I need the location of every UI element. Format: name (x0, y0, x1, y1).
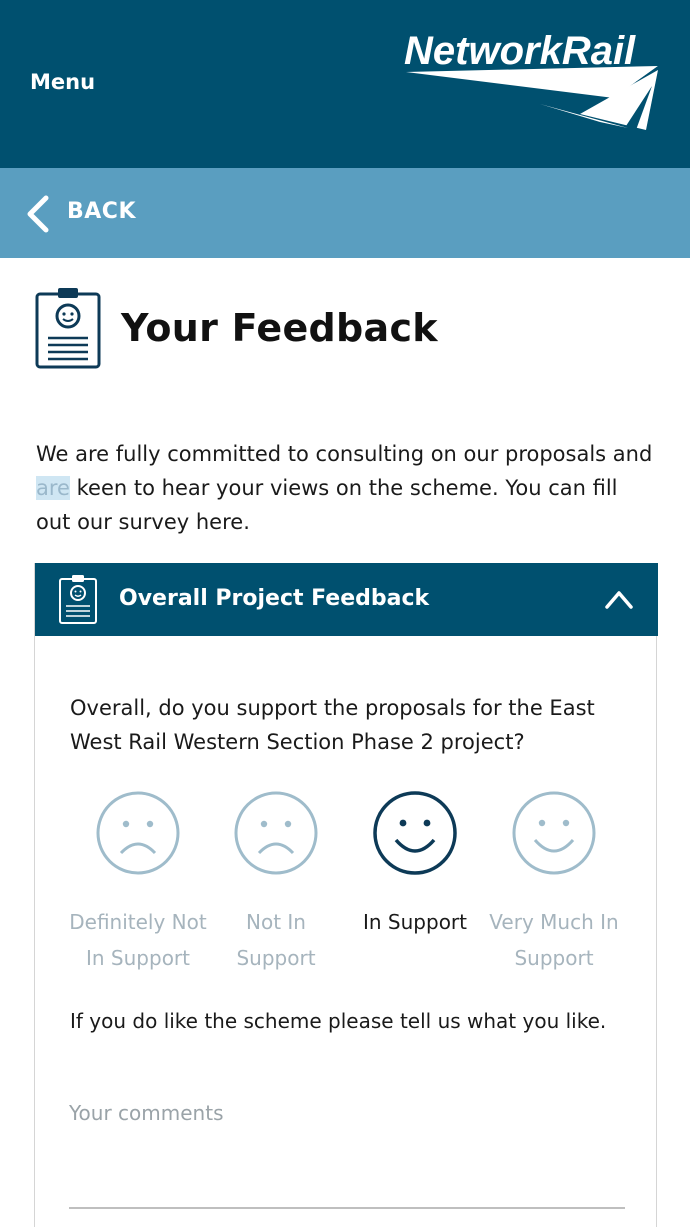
page-title: Your Feedback (121, 306, 438, 350)
comments-prompt: If you do like the scheme please tell us… (70, 1009, 607, 1033)
happy-face-icon (512, 791, 596, 875)
option-label: Definitely Not In Support (69, 910, 207, 970)
intro-text-highlight: are (36, 476, 70, 500)
panel-title: Overall Project Feedback (119, 586, 430, 611)
app-header: Menu NetworkRail (0, 0, 690, 168)
support-question: Overall, do you support the proposals fo… (70, 696, 595, 754)
option-very-much-in-support[interactable]: Very Much In Support (484, 790, 624, 970)
intro-text-part1: We are fully committed to consulting on … (36, 442, 653, 466)
option-definitely-not-in-support[interactable]: Definitely Not In Support (68, 790, 208, 970)
back-button[interactable]: BACK (0, 168, 690, 258)
back-label: BACK (67, 199, 136, 224)
option-label: Not In Support (236, 910, 316, 970)
happy-face-icon (373, 791, 457, 875)
chevron-up-icon (605, 591, 633, 609)
feedback-panel: Overall Project Feedback Overall, do you… (34, 563, 658, 1227)
option-label: In Support (363, 910, 467, 934)
intro-text: We are fully committed to consulting on … (36, 437, 656, 539)
sad-face-icon (96, 791, 180, 875)
comments-field[interactable] (69, 1097, 625, 1209)
intro-text-part2: keen to hear your views on the scheme. Y… (36, 476, 618, 534)
option-not-in-support[interactable]: Not In Support (206, 790, 346, 970)
option-label: Very Much In Support (489, 910, 619, 970)
feedback-clipboard-icon (59, 575, 97, 624)
option-in-support[interactable]: In Support (345, 790, 485, 970)
feedback-clipboard-icon (35, 288, 101, 369)
chevron-left-icon (27, 195, 49, 233)
network-rail-logo: NetworkRail (404, 29, 658, 130)
logo-wordmark: NetworkRail (404, 29, 636, 73)
sad-face-icon (234, 791, 318, 875)
panel-header-toggle[interactable]: Overall Project Feedback (35, 563, 658, 636)
menu-button[interactable]: Menu (30, 70, 95, 94)
